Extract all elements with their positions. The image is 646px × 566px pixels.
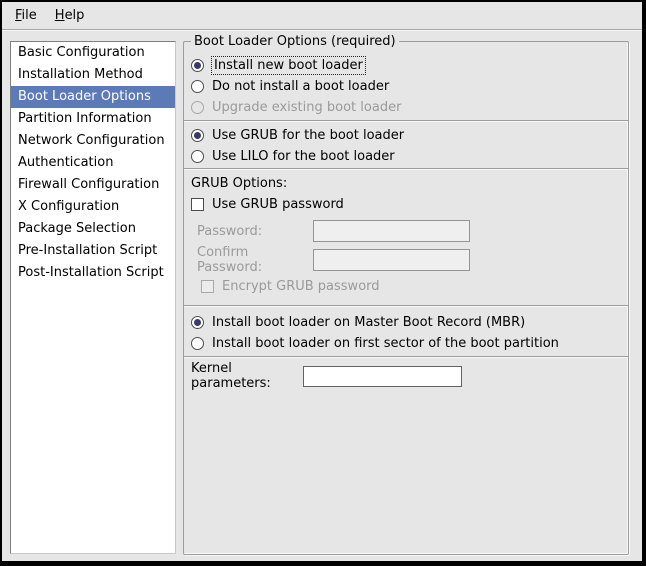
radio-label: Use GRUB for the boot loader: [212, 128, 404, 143]
sidebar-item-x-configuration[interactable]: X Configuration: [11, 196, 175, 218]
radio-do-not-install-boot-loader[interactable]: Do not install a boot loader: [191, 76, 618, 96]
sidebar-item-network-configuration[interactable]: Network Configuration: [11, 130, 175, 152]
password-input[interactable]: [313, 220, 470, 242]
frame-title: Boot Loader Options (required): [191, 34, 399, 49]
sidebar-item-firewall-configuration[interactable]: Firewall Configuration: [11, 174, 175, 196]
content-area: Basic Configuration Installation Method …: [2, 31, 642, 561]
radio-icon: [191, 129, 204, 142]
separator: [184, 356, 628, 358]
radio-install-new-boot-loader[interactable]: Install new boot loader: [191, 55, 618, 75]
separator: [184, 305, 628, 307]
sidebar-item-pre-installation-script[interactable]: Pre-Installation Script: [11, 240, 175, 262]
menu-bar: File Help: [2, 2, 642, 30]
checkbox-label: Use GRUB password: [212, 197, 344, 212]
checkbox-label: Encrypt GRUB password: [222, 279, 380, 294]
checkbox-use-grub-password[interactable]: Use GRUB password: [191, 194, 618, 214]
radio-icon: [191, 150, 204, 163]
kernel-parameters-label: Kernel parameters:: [191, 361, 303, 391]
radio-icon: [191, 316, 204, 329]
radio-icon: [191, 59, 204, 72]
sidebar-item-boot-loader-options[interactable]: Boot Loader Options: [11, 86, 175, 108]
password-label: Password:: [197, 224, 313, 239]
checkbox-encrypt-grub-password: Encrypt GRUB password: [201, 276, 618, 296]
sidebar-list: Basic Configuration Installation Method …: [10, 41, 176, 554]
grub-options-label: GRUB Options:: [191, 174, 618, 194]
radio-install-on-mbr[interactable]: Install boot loader on Master Boot Recor…: [191, 312, 618, 332]
separator: [184, 168, 628, 170]
sidebar-item-authentication[interactable]: Authentication: [11, 152, 175, 174]
radio-icon: [191, 101, 204, 114]
password-row: Password:: [191, 219, 618, 243]
radio-label: Use LILO for the boot loader: [212, 149, 395, 164]
kernel-parameters-input[interactable]: [303, 366, 462, 387]
radio-use-grub[interactable]: Use GRUB for the boot loader: [191, 125, 618, 145]
kernel-parameters-row: Kernel parameters:: [191, 365, 618, 387]
radio-install-on-first-sector[interactable]: Install boot loader on first sector of t…: [191, 333, 618, 353]
confirm-password-input[interactable]: [313, 249, 470, 271]
radio-use-lilo[interactable]: Use LILO for the boot loader: [191, 146, 618, 166]
checkbox-icon: [201, 280, 214, 293]
separator: [184, 120, 628, 122]
menu-item-file[interactable]: File: [6, 3, 46, 28]
kickstart-configurator-window: File Help Basic Configuration Installati…: [0, 0, 646, 566]
radio-label: Install boot loader on first sector of t…: [212, 336, 559, 351]
radio-label: Upgrade existing boot loader: [212, 100, 401, 115]
radio-icon: [191, 337, 204, 350]
sidebar-item-post-installation-script[interactable]: Post-Installation Script: [11, 262, 175, 284]
confirm-password-row: Confirm Password:: [191, 248, 618, 272]
radio-label: Install boot loader on Master Boot Recor…: [212, 315, 525, 330]
boot-loader-options-frame: Boot Loader Options (required) Install n…: [183, 34, 629, 555]
confirm-password-label: Confirm Password:: [197, 245, 313, 275]
radio-label: Do not install a boot loader: [212, 79, 389, 94]
radio-label: Install new boot loader: [212, 57, 365, 74]
radio-upgrade-existing-boot-loader: Upgrade existing boot loader: [191, 97, 618, 117]
checkbox-icon: [191, 198, 204, 211]
sidebar-item-partition-information[interactable]: Partition Information: [11, 108, 175, 130]
sidebar-item-installation-method[interactable]: Installation Method: [11, 64, 175, 86]
sidebar-item-package-selection[interactable]: Package Selection: [11, 218, 175, 240]
radio-icon: [191, 80, 204, 93]
menu-item-help[interactable]: Help: [46, 3, 94, 28]
sidebar-item-basic-configuration[interactable]: Basic Configuration: [11, 42, 175, 64]
